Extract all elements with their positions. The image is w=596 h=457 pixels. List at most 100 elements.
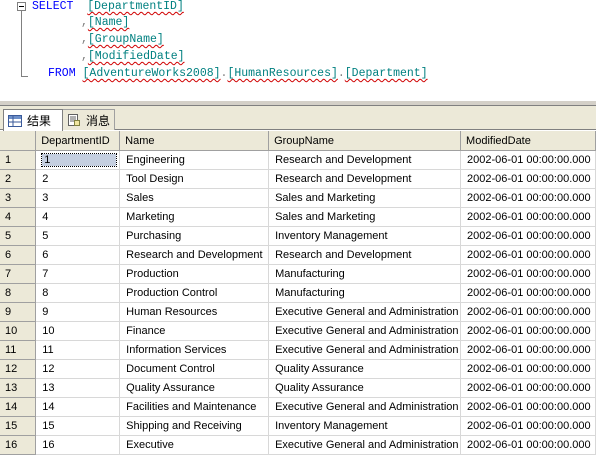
table-row[interactable]: 8 8 Production Control Manufacturing 2002-06… [0,283,596,303]
cell-name[interactable]: Engineering [119,150,270,170]
cell-departmentid[interactable]: 16 [35,435,121,455]
cell-departmentid[interactable]: 7 [35,264,121,284]
cell-name[interactable]: Executive [119,435,270,455]
table-row[interactable]: 10 10 Finance Executive General and Adminis… [0,321,596,341]
cell-groupname[interactable]: Quality Assurance [268,378,462,398]
table-row[interactable]: 2 2 Tool Design Research and Development 200… [0,169,596,189]
cell-name[interactable]: Purchasing [119,226,270,246]
cell-departmentid[interactable]: 12 [35,359,121,379]
cell-modifieddate[interactable]: 2002-06-01 00:00:00.000 [460,340,596,360]
cell-name[interactable]: Research and Development [119,245,270,265]
cell-groupname[interactable]: Inventory Management [268,226,462,246]
cell-groupname[interactable]: Sales and Marketing [268,207,462,227]
column-header-departmentid[interactable]: DepartmentID [35,131,121,151]
row-header[interactable]: 1 [0,150,37,170]
collapse-box-icon[interactable] [17,2,26,11]
cell-modifieddate[interactable]: 2002-06-01 00:00:00.000 [460,302,596,322]
cell-modifieddate[interactable]: 2002-06-01 00:00:00.000 [460,188,596,208]
sql-editor[interactable]: SELECT [DepartmentID] ,[Name] ,[GroupNam… [0,0,596,100]
cell-name[interactable]: Information Services [119,340,270,360]
tab-messages[interactable]: 消息 [63,109,115,130]
cell-modifieddate[interactable]: 2002-06-01 00:00:00.000 [460,321,596,341]
row-header[interactable]: 15 [0,416,37,436]
table-row[interactable]: 9 9 Human Resources Executive General and A… [0,302,596,322]
column-header-groupname[interactable]: GroupName [268,131,462,151]
row-header[interactable]: 10 [0,321,37,341]
table-row[interactable]: 16 16 Executive Executive General and Admin… [0,435,596,455]
cell-modifieddate[interactable]: 2002-06-01 00:00:00.000 [460,359,596,379]
results-grid[interactable]: DepartmentID Name GroupName ModifiedDate… [0,131,596,457]
cell-modifieddate[interactable]: 2002-06-01 00:00:00.000 [460,416,596,436]
cell-name[interactable]: Quality Assurance [119,378,270,398]
table-row[interactable]: 7 7 Production Manufacturing 2002-06-01 00:0… [0,264,596,284]
cell-groupname[interactable]: Manufacturing [268,283,462,303]
cell-departmentid[interactable]: 5 [35,226,121,246]
cell-modifieddate[interactable]: 2002-06-01 00:00:00.000 [460,378,596,398]
cell-groupname[interactable]: Manufacturing [268,264,462,284]
table-row[interactable]: 5 5 Purchasing Inventory Management 2002-06-… [0,226,596,246]
cell-departmentid[interactable]: 9 [35,302,121,322]
cell-modifieddate[interactable]: 2002-06-01 00:00:00.000 [460,169,596,189]
cell-name[interactable]: Production Control [119,283,270,303]
cell-departmentid[interactable]: 15 [35,416,121,436]
row-header[interactable]: 14 [0,397,37,417]
cell-groupname[interactable]: Executive General and Administration [268,321,462,341]
cell-modifieddate[interactable]: 2002-06-01 00:00:00.000 [460,226,596,246]
row-header[interactable]: 8 [0,283,37,303]
cell-groupname[interactable]: Executive General and Administration [268,302,462,322]
table-row[interactable]: 12 12 Document Control Quality Assurance 200… [0,359,596,379]
row-header[interactable]: 11 [0,340,37,360]
row-header[interactable]: 6 [0,245,37,265]
cell-modifieddate[interactable]: 2002-06-01 00:00:00.000 [460,245,596,265]
cell-modifieddate[interactable]: 2002-06-01 00:00:00.000 [460,264,596,284]
cell-modifieddate[interactable]: 2002-06-01 00:00:00.000 [460,283,596,303]
cell-groupname[interactable]: Inventory Management [268,416,462,436]
cell-departmentid[interactable]: 4 [35,207,121,227]
table-row[interactable]: 14 14 Facilities and Maintenance Executive … [0,397,596,417]
table-row[interactable]: 3 3 Sales Sales and Marketing 2002-06-01 00:… [0,188,596,208]
cell-modifieddate[interactable]: 2002-06-01 00:00:00.000 [460,207,596,227]
tab-results[interactable]: 结果 [3,109,63,131]
row-header[interactable]: 3 [0,188,37,208]
row-header[interactable]: 9 [0,302,37,322]
column-header-modifieddate[interactable]: ModifiedDate [460,131,596,151]
cell-modifieddate[interactable]: 2002-06-01 00:00:00.000 [460,435,596,455]
cell-departmentid[interactable]: 14 [35,397,121,417]
cell-name[interactable]: Tool Design [119,169,270,189]
cell-departmentid[interactable]: 1 [35,150,121,170]
row-header[interactable]: 13 [0,378,37,398]
cell-groupname[interactable]: Executive General and Administration [268,340,462,360]
cell-departmentid[interactable]: 11 [35,340,121,360]
cell-departmentid[interactable]: 10 [35,321,121,341]
row-header[interactable]: 2 [0,169,37,189]
cell-groupname[interactable]: Research and Development [268,245,462,265]
table-row[interactable]: 15 15 Shipping and Receiving Inventory Mana… [0,416,596,436]
table-row[interactable]: 1 1 Engineering Research and Development 200… [0,150,596,170]
cell-departmentid[interactable]: 8 [35,283,121,303]
cell-groupname[interactable]: Quality Assurance [268,359,462,379]
grid-corner[interactable] [0,131,37,151]
row-header[interactable]: 7 [0,264,37,284]
cell-modifieddate[interactable]: 2002-06-01 00:00:00.000 [460,397,596,417]
cell-name[interactable]: Shipping and Receiving [119,416,270,436]
cell-groupname[interactable]: Executive General and Administration [268,397,462,417]
cell-name[interactable]: Human Resources [119,302,270,322]
cell-name[interactable]: Document Control [119,359,270,379]
cell-name[interactable]: Marketing [119,207,270,227]
cell-groupname[interactable]: Research and Development [268,169,462,189]
row-header[interactable]: 12 [0,359,37,379]
cell-name[interactable]: Sales [119,188,270,208]
cell-modifieddate[interactable]: 2002-06-01 00:00:00.000 [460,150,596,170]
column-header-name[interactable]: Name [119,131,270,151]
table-row[interactable]: 11 11 Information Services Executive Genera… [0,340,596,360]
table-row[interactable]: 13 13 Quality Assurance Quality Assurance 20… [0,378,596,398]
cell-departmentid[interactable]: 13 [35,378,121,398]
cell-name[interactable]: Facilities and Maintenance [119,397,270,417]
row-header[interactable]: 5 [0,226,37,246]
cell-departmentid[interactable]: 2 [35,169,121,189]
cell-groupname[interactable]: Sales and Marketing [268,188,462,208]
row-header[interactable]: 16 [0,435,37,455]
cell-groupname[interactable]: Research and Development [268,150,462,170]
table-row[interactable]: 4 4 Marketing Sales and Marketing 2002-06-01… [0,207,596,227]
cell-groupname[interactable]: Executive General and Administration [268,435,462,455]
